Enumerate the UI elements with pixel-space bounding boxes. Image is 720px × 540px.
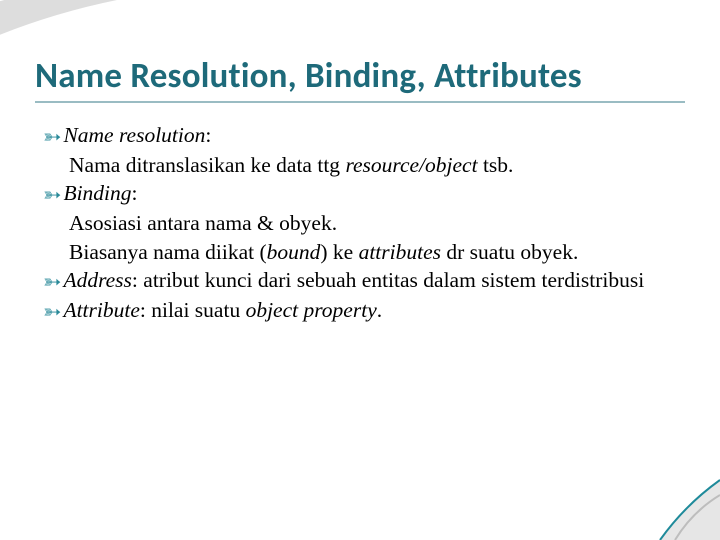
bullet-icon: ➳ — [43, 297, 61, 326]
slide-content: Name Resolution, Binding, Attributes ➳ N… — [0, 0, 720, 326]
bullet-item: ➳ Attribute: nilai suatu object property… — [43, 296, 685, 326]
text-span: : — [132, 181, 138, 205]
text-span: Attribute — [63, 298, 139, 322]
text-span: dr suatu obyek. — [441, 240, 578, 264]
bullet-icon: ➳ — [43, 122, 61, 151]
bullet-text: Binding: — [63, 179, 137, 207]
text-span: bound — [267, 240, 321, 264]
text-span: tsb. — [478, 153, 514, 177]
text-span: ) ke — [320, 240, 358, 264]
bullet-list: ➳ Name resolution: Nama ditranslasikan k… — [35, 121, 685, 326]
bullet-subtext: Biasanya nama diikat (bound) ke attribut… — [43, 238, 685, 266]
bullet-text: Attribute: nilai suatu object property. — [63, 296, 382, 324]
text-span: Biasanya nama diikat ( — [69, 240, 267, 264]
text-span: : nilai suatu — [140, 298, 246, 322]
bullet-item: ➳ Address: atribut kunci dari sebuah ent… — [43, 266, 685, 296]
text-span: object property — [246, 298, 377, 322]
bullet-icon: ➳ — [43, 267, 61, 296]
bullet-subtext: Nama ditranslasikan ke data ttg resource… — [43, 151, 685, 179]
text-span: Binding — [63, 181, 131, 205]
bullet-subtext: Asosiasi antara nama & obyek. — [43, 209, 685, 237]
text-span: Address — [63, 268, 131, 292]
text-span: : atribut kunci dari sebuah entitas dala… — [132, 268, 644, 292]
corner-flourish — [630, 450, 720, 540]
text-span: Nama ditranslasikan ke data ttg — [69, 153, 345, 177]
slide-title: Name Resolution, Binding, Attributes — [35, 55, 685, 97]
text-span: . — [377, 298, 382, 322]
text-span: resource/object — [345, 153, 477, 177]
bullet-text: Address: atribut kunci dari sebuah entit… — [63, 266, 644, 294]
text-span: : — [205, 123, 211, 147]
title-underline — [35, 101, 685, 103]
text-span: Name resolution — [63, 123, 205, 147]
bullet-text: Name resolution: — [63, 121, 211, 149]
bullet-icon: ➳ — [43, 180, 61, 209]
bullet-item: ➳ Name resolution: — [43, 121, 685, 151]
bullet-item: ➳ Binding: — [43, 179, 685, 209]
text-span: attributes — [359, 240, 441, 264]
